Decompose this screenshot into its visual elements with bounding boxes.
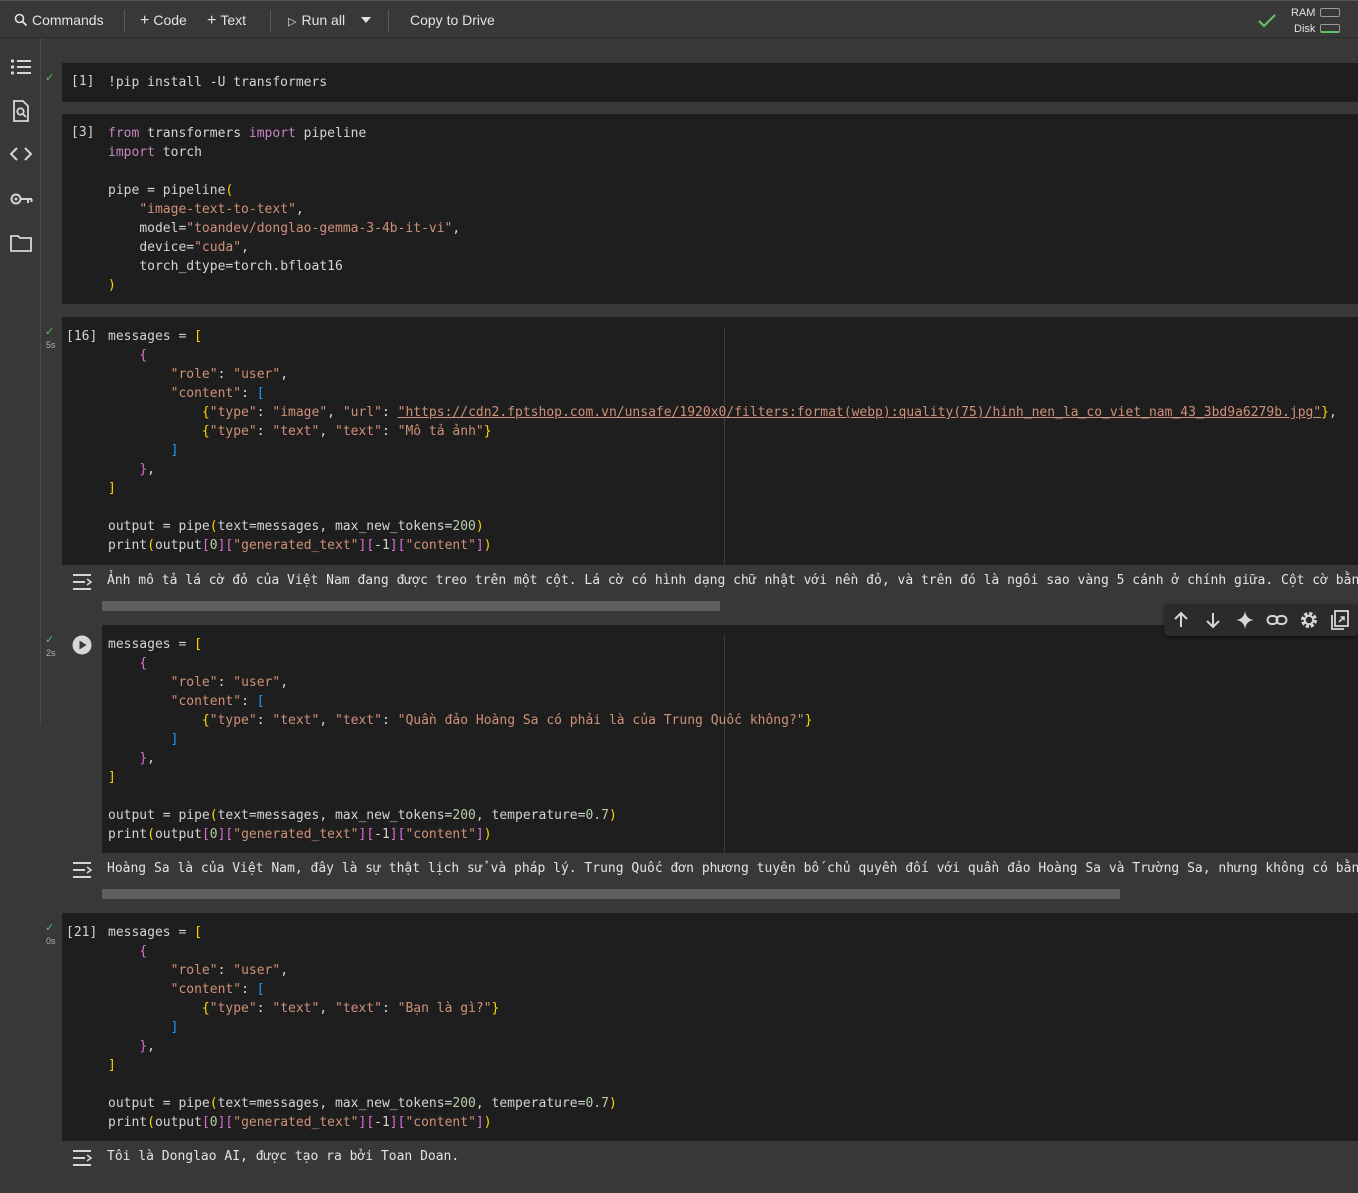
files-folder-icon[interactable] [10,234,32,252]
code-editor[interactable]: !pip install -U transformers [108,73,327,92]
output-actions-icon[interactable] [72,1149,94,1167]
cell-output: Hoàng Sa là của Việt Nam, đây là sự thật… [62,853,1358,905]
execution-success-icon: ✓ [45,922,55,934]
ram-label: RAM [1291,7,1316,19]
execution-success-icon: ✓ [45,72,55,84]
run-all-button[interactable]: ▷ Run all [288,1,345,39]
output-text: Tôi là Donglao AI, được tạo ra bởi Toan … [107,1149,460,1164]
run-cell-button[interactable] [72,635,92,655]
plus-icon: + [207,12,217,29]
commands-label: Commands [32,12,104,28]
play-icon: ▷ [288,16,297,28]
cell-output: Tôi là Donglao AI, được tạo ra bởi Toan … [62,1141,1358,1193]
image-url-link: "https://cdn2.fptshop.com.vn/unsafe/1920… [397,405,1322,420]
table-of-contents-icon[interactable] [10,58,32,76]
add-code-button[interactable]: + Code [140,1,187,39]
disk-label: Disk [1294,23,1316,35]
top-toolbar: Commands + Code + Text ▷ Run all Copy to Dr… [0,0,1358,38]
execution-count: [3] [71,125,95,140]
toolbar-divider [270,10,271,32]
output-actions-icon[interactable] [72,573,94,591]
cell-toolbar [1164,604,1358,636]
code-cell-pipeline-setup[interactable]: [3] from transformers import pipeline im… [62,114,1358,304]
find-replace-icon[interactable] [12,100,30,122]
move-down-icon[interactable] [1204,610,1222,630]
cell-gutter [62,625,102,853]
toolbar-divider [388,10,389,32]
code-cell-identity-question[interactable]: [21] messages = [ { "role": "user", "con… [62,913,1358,1141]
disk-usage-bar[interactable] [1320,24,1340,33]
output-text: Ảnh mô tả lá cờ đỏ của Việt Nam đang đượ… [107,573,1358,588]
execution-count: [1] [71,74,95,89]
copy-to-drive-button[interactable]: Copy to Drive [410,1,495,39]
commands-button[interactable]: Commands [14,1,104,39]
horizontal-scrollbar[interactable] [102,889,1120,899]
horizontal-scrollbar[interactable] [102,601,720,611]
output-actions-icon[interactable] [72,861,94,879]
execution-success-icon: ✓ [45,326,55,338]
text-label: Text [220,12,247,28]
plus-icon: + [140,12,150,29]
toolbar-divider [124,10,125,32]
code-cell-image-description[interactable]: [16] messages = [ { "role": "user", "con… [62,317,1358,565]
ram-usage-bar[interactable] [1320,8,1340,17]
execution-duration: 2s [46,648,56,658]
connected-check-icon [1258,14,1276,28]
gemini-sparkle-icon[interactable] [1235,610,1255,630]
code-editor[interactable]: messages = [ { "role": "user", "content"… [108,327,1337,555]
add-text-button[interactable]: + Text [207,1,246,39]
code-editor[interactable]: messages = [ { "role": "user", "content"… [108,635,812,844]
search-icon [14,13,28,27]
code-editor[interactable]: from transformers import pipeline import… [108,124,460,295]
execution-duration: 0s [46,936,56,946]
code-cell-hoang-sa-question[interactable]: messages = [ { "role": "user", "content"… [62,625,1358,853]
execution-duration: 5s [46,340,56,350]
code-cell-pip-install[interactable]: [1] !pip install -U transformers [62,63,1358,102]
code-snippets-icon[interactable] [10,146,32,162]
mirror-cell-icon[interactable] [1331,610,1349,630]
run-all-label: Run all [301,12,346,28]
left-sidebar [0,38,41,726]
caret-down-icon [361,17,371,23]
execution-count: [21] [66,925,98,940]
execution-count: [16] [66,329,98,344]
code-editor[interactable]: messages = [ { "role": "user", "content"… [108,923,617,1132]
link-icon[interactable] [1266,610,1288,630]
execution-success-icon: ✓ [45,634,55,646]
code-label: Code [153,12,187,28]
move-up-icon[interactable] [1172,610,1190,630]
secrets-key-icon[interactable] [10,192,34,206]
run-options-dropdown[interactable] [360,1,372,39]
output-text: Hoàng Sa là của Việt Nam, đây là sự thật… [107,861,1358,876]
settings-gear-icon[interactable] [1299,610,1319,630]
